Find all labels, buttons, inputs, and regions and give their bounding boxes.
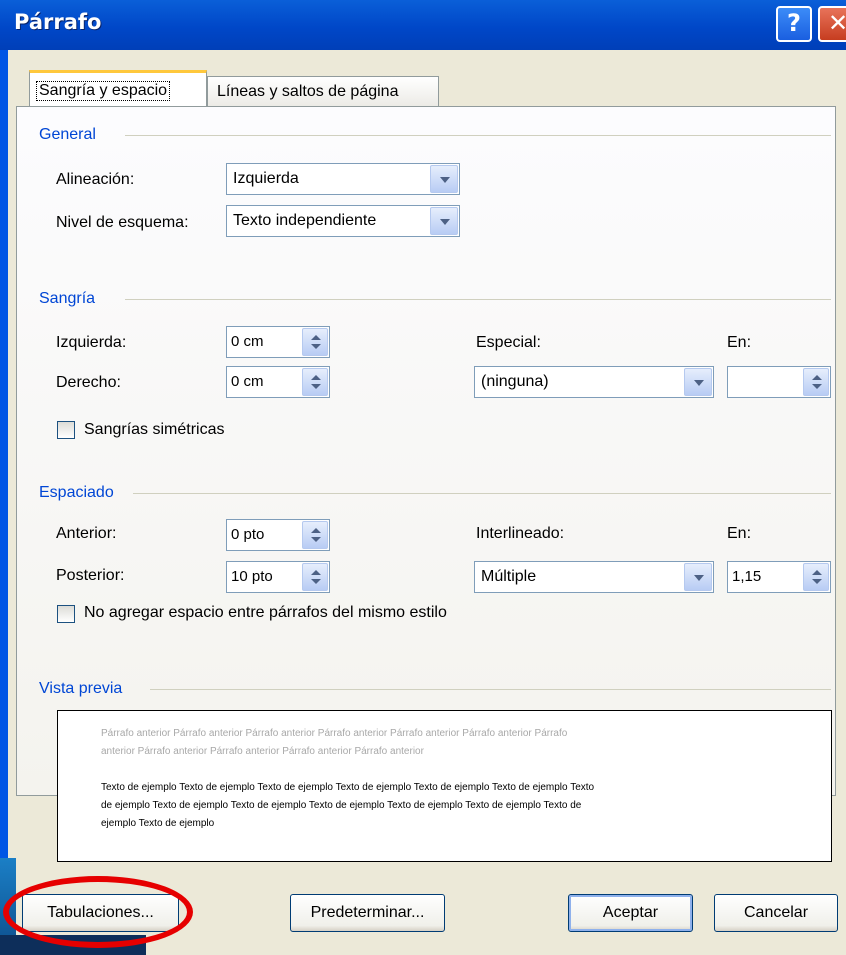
no-space-same-style-checkbox[interactable]: [57, 605, 75, 623]
spacing-after-value: 10 pto: [231, 568, 273, 585]
chevron-down-icon[interactable]: [430, 165, 458, 193]
general-header: General: [39, 126, 96, 143]
spacing-before-value: 0 pto: [231, 526, 265, 543]
indent-left-label: Izquierda:: [56, 334, 127, 351]
special-select[interactable]: (ninguna): [474, 366, 714, 398]
indent-by-label: En:: [727, 334, 752, 351]
spacing-divider: [133, 493, 831, 494]
spacing-before-label: Anterior:: [56, 525, 117, 542]
tab-lines-page-breaks-label: Líneas y saltos de página: [217, 83, 399, 100]
outline-level-value: Texto independiente: [233, 212, 377, 229]
spacing-after-label: Posterior:: [56, 567, 125, 584]
indent-right-value: 0 cm: [231, 373, 264, 390]
special-label: Especial:: [476, 334, 541, 351]
ok-button[interactable]: Aceptar: [568, 894, 693, 932]
chevron-down-icon[interactable]: [430, 207, 458, 235]
indent-left-spinner[interactable]: 0 cm: [226, 326, 330, 358]
no-space-same-style-label[interactable]: No agregar espacio entre párrafos del mi…: [84, 604, 447, 622]
paragraph-dialog: Párrafo ? ✕ Sangría y espacio Líneas y s…: [0, 0, 846, 955]
alignment-label: Alineación:: [56, 171, 135, 188]
spacing-after-spinner[interactable]: 10 pto: [226, 561, 330, 593]
highlight-circle: [3, 876, 193, 948]
line-spacing-at-spinner[interactable]: 1,15: [727, 561, 831, 593]
preview-previous-paragraph: Párrafo anterior Párrafo anterior Párraf…: [101, 728, 568, 739]
mirror-indents-checkbox[interactable]: [57, 421, 75, 439]
preview-previous-paragraph: anterior Párrafo anterior Párrafo anteri…: [101, 746, 424, 757]
set-default-button[interactable]: Predeterminar...: [290, 894, 445, 932]
alignment-select[interactable]: Izquierda: [226, 163, 460, 195]
chevron-down-icon[interactable]: [684, 368, 712, 396]
line-spacing-value: Múltiple: [481, 568, 537, 585]
indent-left-value: 0 cm: [231, 333, 264, 350]
preview-sample-text: Texto de ejemplo Texto de ejemplo Texto …: [101, 782, 595, 793]
line-spacing-at-value: 1,15: [732, 568, 762, 585]
spinner-arrows-icon[interactable]: [302, 368, 328, 396]
line-spacing-label: Interlineado:: [476, 525, 565, 542]
preview-box: Párrafo anterior Párrafo anterior Párraf…: [57, 710, 832, 862]
preview-sample-text: de ejemplo Texto de ejemplo Texto de eje…: [101, 800, 582, 811]
outline-level-label: Nivel de esquema:: [56, 214, 189, 231]
tab-indent-spacing-label: Sangría y espacio: [35, 81, 171, 101]
preview-sample-text: ejemplo Texto de ejemplo: [101, 818, 215, 829]
general-divider: [125, 135, 831, 136]
indent-header: Sangría: [39, 290, 96, 307]
preview-header: Vista previa: [39, 680, 123, 697]
chevron-down-icon[interactable]: [684, 563, 712, 591]
mirror-indents-label[interactable]: Sangrías simétricas: [84, 421, 225, 439]
help-button[interactable]: ?: [776, 6, 812, 42]
spinner-arrows-icon[interactable]: [302, 328, 328, 356]
spinner-arrows-icon[interactable]: [803, 368, 829, 396]
outline-level-select[interactable]: Texto independiente: [226, 205, 460, 237]
window-title: Párrafo: [14, 10, 102, 34]
spinner-arrows-icon[interactable]: [302, 521, 328, 549]
spacing-before-spinner[interactable]: 0 pto: [226, 519, 330, 551]
alignment-value: Izquierda: [233, 170, 299, 187]
spacing-header: Espaciado: [39, 484, 114, 501]
indent-right-label: Derecho:: [56, 374, 121, 391]
close-icon: ✕: [827, 9, 846, 37]
close-button[interactable]: ✕: [818, 6, 846, 42]
help-icon: ?: [787, 9, 801, 37]
cancel-button[interactable]: Cancelar: [714, 894, 838, 932]
indent-right-spinner[interactable]: 0 cm: [226, 366, 330, 398]
line-spacing-at-label: En:: [727, 525, 752, 542]
line-spacing-select[interactable]: Múltiple: [474, 561, 714, 593]
indent-divider: [125, 299, 831, 300]
spinner-arrows-icon[interactable]: [302, 563, 328, 591]
indent-by-spinner[interactable]: [727, 366, 831, 398]
special-value: (ninguna): [481, 373, 549, 390]
spinner-arrows-icon[interactable]: [803, 563, 829, 591]
preview-divider: [150, 689, 831, 690]
title-bar[interactable]: Párrafo ? ✕: [0, 0, 846, 50]
